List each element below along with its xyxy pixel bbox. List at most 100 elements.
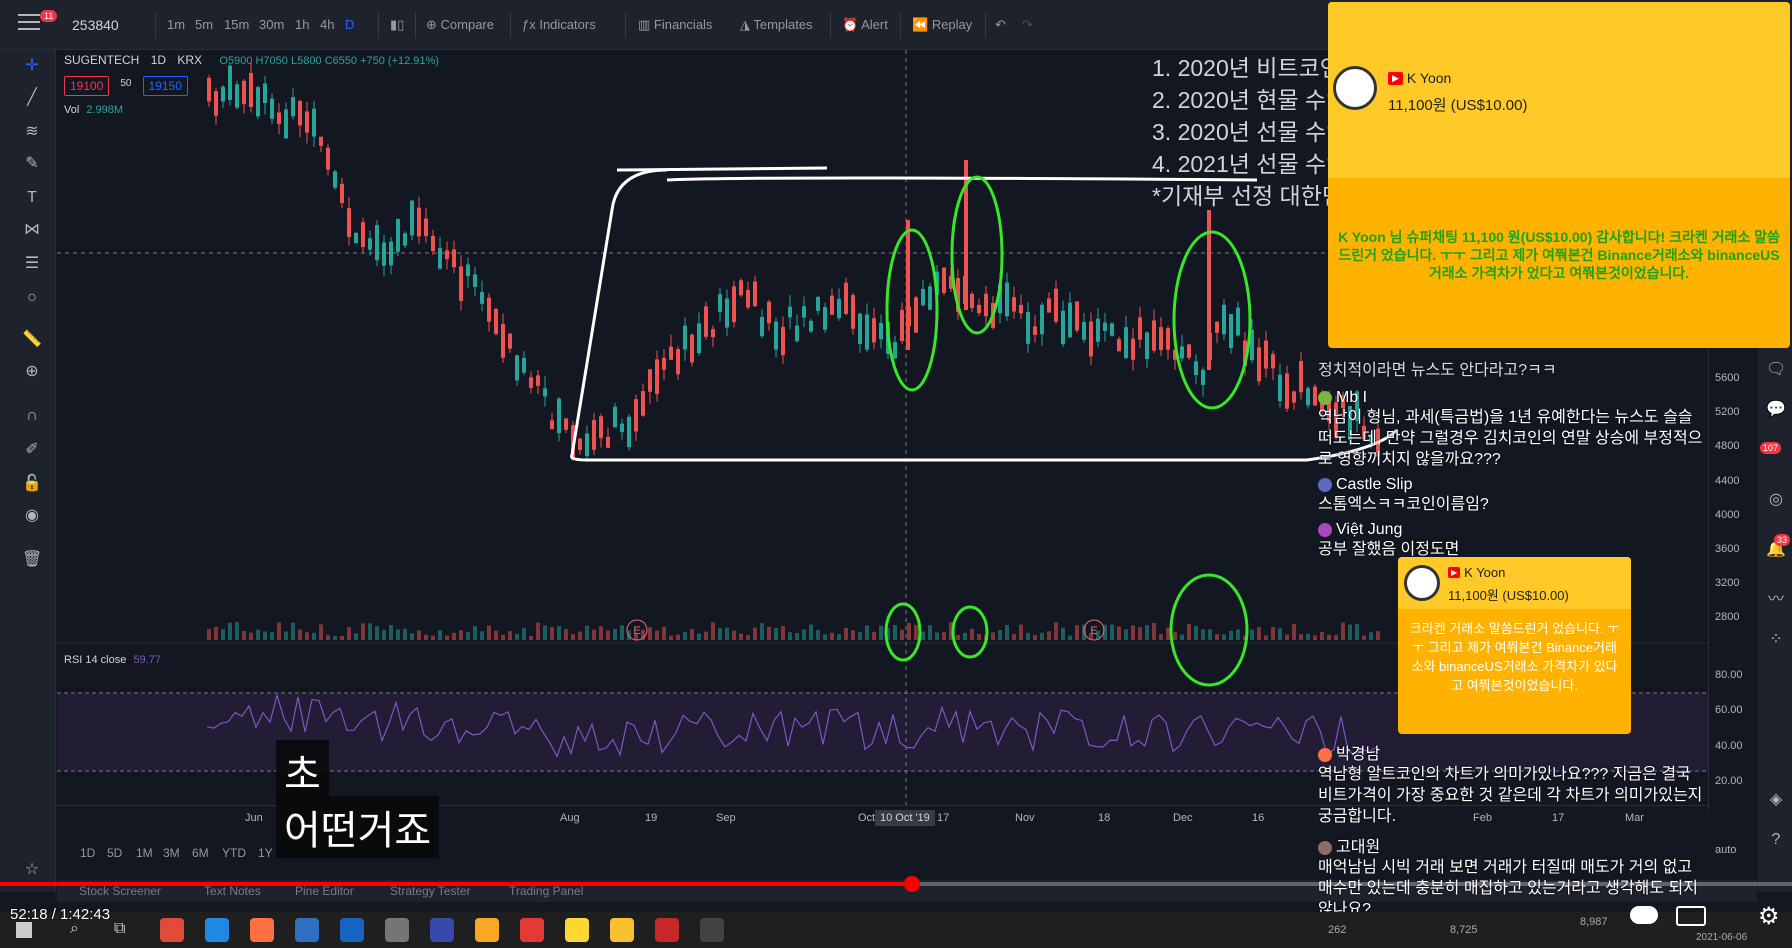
ruler-icon[interactable]: 📏 xyxy=(22,330,42,350)
templates-button[interactable]: ◮ Templates xyxy=(740,17,813,33)
signal-icon[interactable]: ◎ xyxy=(1766,490,1786,510)
volume-bar xyxy=(319,624,323,640)
app-icon[interactable] xyxy=(430,918,454,942)
app-icon[interactable] xyxy=(655,918,679,942)
volume-bar xyxy=(242,631,246,640)
sell-price[interactable]: 19100 xyxy=(64,76,110,96)
candle-body xyxy=(851,294,855,329)
alert-button[interactable]: ⏰ Alert xyxy=(842,17,888,33)
symbol-search[interactable]: 253840 xyxy=(72,17,119,33)
text-icon[interactable]: T xyxy=(22,188,42,208)
candle-body xyxy=(473,274,477,287)
candle-type-icon[interactable]: ▮▯ xyxy=(390,17,404,33)
app-icon[interactable] xyxy=(700,918,724,942)
timeframe-5m[interactable]: 5m xyxy=(195,17,213,32)
tab-stock-screener[interactable]: Stock Screener xyxy=(79,884,161,898)
candle-body xyxy=(249,73,253,107)
chrome-icon[interactable] xyxy=(160,918,184,942)
chat-count: 8,987 xyxy=(1580,916,1608,928)
video-scrubber[interactable] xyxy=(904,876,921,892)
app-icon[interactable] xyxy=(520,918,544,942)
notes-icon[interactable] xyxy=(610,918,634,942)
financials-button[interactable]: ▥ Financials xyxy=(638,17,712,33)
tab-trading-panel[interactable]: Trading Panel xyxy=(509,884,583,898)
indicators-button[interactable]: ƒx Indicators xyxy=(522,17,596,32)
tab-pine-editor[interactable]: Pine Editor xyxy=(295,884,354,898)
range-6m[interactable]: 6M xyxy=(192,846,209,860)
volume-bar xyxy=(1194,626,1198,640)
buy-price[interactable]: 19150 xyxy=(142,76,188,96)
redo-icon[interactable]: ↷ xyxy=(1022,17,1033,33)
legend-title: SUGENTECH 1D KRX O5900 H7050 L5800 C6550… xyxy=(64,53,439,67)
menu-icon[interactable] xyxy=(18,14,40,32)
range-5d[interactable]: 5D xyxy=(107,846,122,860)
trend-icon[interactable]: 〰 xyxy=(1766,590,1786,610)
replay-button[interactable]: ⏪ Replay xyxy=(912,17,972,33)
pencil-lock-icon[interactable]: ✐ xyxy=(22,440,42,460)
settings-gear-icon[interactable]: ⚙ xyxy=(1758,902,1780,931)
range-3m[interactable]: 3M xyxy=(163,846,180,860)
zoom-icon[interactable]: ⊕ xyxy=(22,362,42,382)
fib-icon[interactable]: ≋ xyxy=(22,122,42,142)
candle-body xyxy=(403,233,407,246)
help-icon[interactable]: ? xyxy=(1766,830,1786,850)
prediction-icon[interactable]: ☰ xyxy=(22,254,42,274)
folder-icon[interactable] xyxy=(475,918,499,942)
volume-bar xyxy=(1264,635,1268,640)
timeframe-4h[interactable]: 4h xyxy=(320,17,334,32)
trash-icon[interactable]: 🗑 xyxy=(22,550,42,570)
bird-app-icon[interactable] xyxy=(295,918,319,942)
candle-body xyxy=(1075,301,1079,331)
volume-bar xyxy=(1369,632,1373,640)
candle-body xyxy=(606,436,610,448)
timeframe-1m[interactable]: 1m xyxy=(167,17,185,32)
range-1y[interactable]: 1Y xyxy=(258,846,273,860)
brush-icon[interactable]: ✎ xyxy=(22,154,42,174)
candle-body xyxy=(1012,297,1016,312)
task-view-icon[interactable]: ⧉ xyxy=(114,920,125,938)
compare-button[interactable]: ⊕ Compare xyxy=(426,17,494,33)
superchat-author: ▶ K Yoon xyxy=(1388,70,1451,86)
star-icon[interactable]: ☆ xyxy=(22,860,42,880)
auto-scale-button[interactable]: auto xyxy=(1715,844,1736,856)
avatar xyxy=(1333,66,1377,110)
eye-icon[interactable]: ◉ xyxy=(22,506,42,526)
kakao-icon[interactable] xyxy=(565,918,589,942)
lock-icon[interactable]: 🔓 xyxy=(22,474,42,494)
layers-icon[interactable]: ◈ xyxy=(1766,790,1786,810)
shapes-icon[interactable]: ○ xyxy=(22,288,42,308)
timeframe-30m[interactable]: 30m xyxy=(259,17,284,32)
pattern-icon[interactable]: ⋈ xyxy=(22,220,42,240)
ie-icon[interactable] xyxy=(340,918,364,942)
time-label: Jun xyxy=(245,812,263,824)
candle-body xyxy=(1026,311,1030,344)
candle-body xyxy=(1257,347,1261,382)
timeframe-1h[interactable]: 1h xyxy=(295,17,309,32)
range-1d[interactable]: 1D xyxy=(80,846,95,860)
volume-bar xyxy=(816,629,820,640)
volume-bar xyxy=(865,625,869,640)
edge-icon[interactable] xyxy=(205,918,229,942)
app-icon[interactable] xyxy=(385,918,409,942)
tab-text-notes[interactable]: Text Notes xyxy=(204,884,261,898)
range-ytd[interactable]: YTD xyxy=(222,846,246,860)
trend-line-icon[interactable]: ╱ xyxy=(22,88,42,108)
timeframe-d[interactable]: D xyxy=(345,17,354,32)
crosshair-icon[interactable]: ✛ xyxy=(22,56,42,76)
candle-body xyxy=(1152,320,1156,351)
firefox-icon[interactable] xyxy=(250,918,274,942)
tab-strategy-tester[interactable]: Strategy Tester xyxy=(390,884,470,898)
range-1m[interactable]: 1M xyxy=(136,846,153,860)
timeframe-15m[interactable]: 15m xyxy=(224,17,249,32)
autoplay-toggle[interactable] xyxy=(1630,906,1658,924)
captions-icon[interactable] xyxy=(1676,906,1706,926)
candle-body xyxy=(347,208,351,237)
undo-icon[interactable]: ↶ xyxy=(995,17,1006,33)
superchat-pinned[interactable]: ▶ K Yoon 11,100원 (US$10.00) K Yoon 님 슈퍼채… xyxy=(1328,2,1790,348)
chat-icon[interactable]: 🗨 xyxy=(1766,360,1786,380)
message-icon[interactable]: 💬 xyxy=(1766,400,1786,420)
magnet-icon[interactable]: ∩ xyxy=(22,406,42,426)
superchat-message-card[interactable]: ▶ K Yoon 11,100원 (US$10.00) 크라켄 거래소 말씀드린… xyxy=(1398,557,1631,734)
grid-icon[interactable]: ⁘ xyxy=(1766,630,1786,650)
start-icon[interactable] xyxy=(16,922,32,938)
